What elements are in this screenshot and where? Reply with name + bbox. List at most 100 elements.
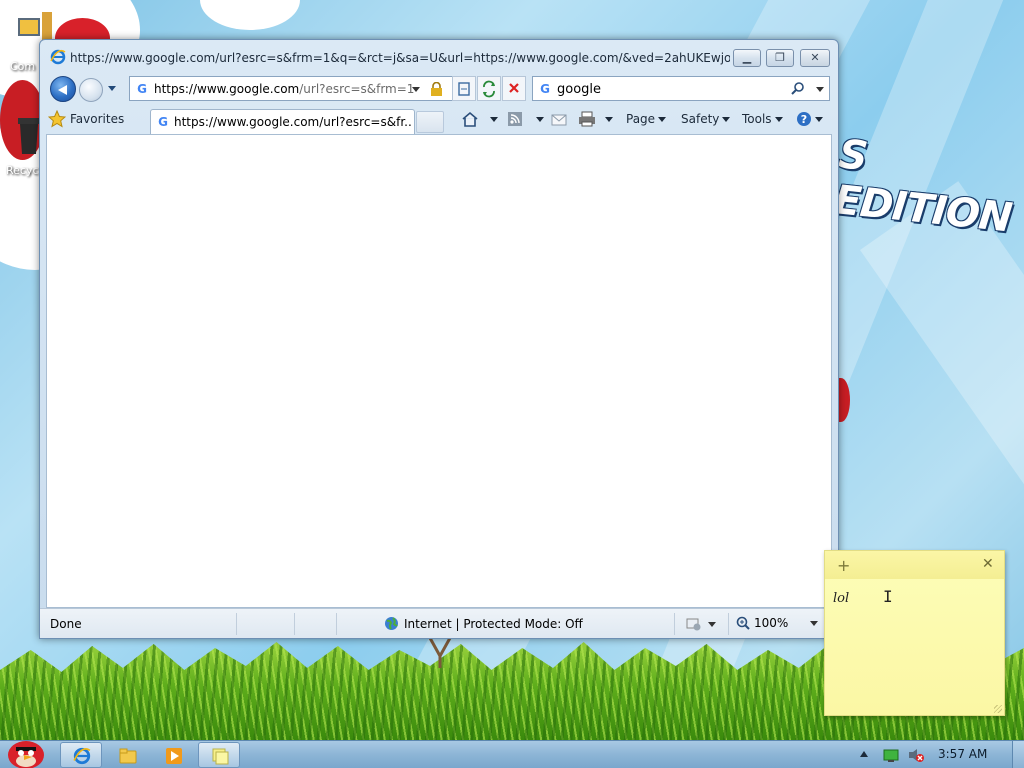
- back-button[interactable]: [50, 76, 76, 102]
- zoom-dropdown-icon[interactable]: [810, 620, 819, 626]
- chevron-down-icon: [708, 621, 716, 627]
- minimize-icon: ▁: [742, 51, 752, 64]
- title-bar[interactable]: https://www.google.com/url?esrc=s&frm=1&…: [40, 40, 838, 74]
- safety-menu-label: Safety: [681, 112, 720, 126]
- security-zone[interactable]: Internet | Protected Mode: Off: [384, 616, 583, 631]
- delete-note-button[interactable]: ✕: [982, 556, 994, 572]
- taskbar-internet-explorer[interactable]: [60, 742, 102, 768]
- status-bar: Done Internet | Protected Mode: Off 100%: [40, 608, 838, 638]
- restore-icon: ❐: [775, 51, 785, 64]
- favorites-label: Favorites: [70, 112, 125, 126]
- command-bar: Favorites G https://www.google.com/url?e…: [40, 104, 838, 134]
- address-input[interactable]: https://www.google.com/url?esrc=s&frm=1: [154, 82, 416, 96]
- minimize-button[interactable]: ▁: [733, 49, 761, 67]
- help-icon: ?: [797, 112, 811, 126]
- security-zone-label: Internet | Protected Mode: Off: [404, 616, 583, 631]
- close-icon: ✕: [810, 51, 820, 64]
- forward-button[interactable]: [79, 78, 103, 102]
- network-icon: [883, 749, 899, 762]
- recent-pages-dropdown-icon[interactable]: [108, 86, 116, 91]
- restore-button[interactable]: ❐: [766, 49, 794, 67]
- zoom-control[interactable]: 100%: [736, 616, 819, 630]
- desktop-icon-label: Recyc: [6, 164, 39, 177]
- tray-network[interactable]: [883, 749, 899, 766]
- status-divider: [294, 613, 295, 635]
- taskbar: 3:57 AM: [0, 740, 1024, 768]
- stop-button[interactable]: [502, 76, 526, 101]
- refresh-icon: [483, 80, 495, 98]
- desktop-icon-label: Com: [10, 60, 36, 73]
- media-player-icon: [166, 748, 182, 764]
- angry-bird-start-icon: [8, 741, 44, 768]
- start-button[interactable]: [2, 735, 50, 768]
- search-icon[interactable]: [791, 82, 805, 96]
- browser-tab[interactable]: G https://www.google.com/url?esrc=s&fr..…: [150, 109, 415, 134]
- page-content[interactable]: [46, 134, 832, 608]
- chevron-down-icon: [658, 116, 667, 122]
- tab-favicon-icon: G: [158, 115, 168, 129]
- feeds-button[interactable]: [507, 110, 544, 128]
- slingshot-icon: [428, 637, 452, 668]
- sticky-note-header[interactable]: + ✕: [825, 551, 1004, 579]
- taskbar-media-player[interactable]: [152, 742, 194, 768]
- search-input[interactable]: google: [557, 82, 601, 97]
- page-menu[interactable]: Page: [626, 110, 667, 128]
- new-tab-button[interactable]: [416, 111, 444, 133]
- google-favicon-icon: G: [137, 82, 147, 96]
- search-options-dropdown-icon[interactable]: [816, 87, 824, 92]
- chevron-down-icon: [722, 116, 731, 122]
- volume-muted-icon: [909, 749, 924, 762]
- show-hidden-icons-button[interactable]: [860, 751, 868, 757]
- read-mail-button[interactable]: [551, 110, 567, 128]
- popup-blocker-button[interactable]: [686, 617, 716, 631]
- refresh-button[interactable]: [477, 76, 501, 101]
- taskbar-clock[interactable]: 3:57 AM: [938, 747, 987, 761]
- page-menu-label: Page: [626, 112, 656, 126]
- print-button[interactable]: [578, 110, 613, 128]
- status-divider: [236, 613, 237, 635]
- sticky-note[interactable]: + ✕ lol I: [824, 550, 1005, 716]
- address-bar[interactable]: G https://www.google.com/url?esrc=s&frm=…: [129, 76, 465, 101]
- folder-icon: [119, 748, 137, 764]
- feeds-dropdown-icon[interactable]: [536, 116, 544, 122]
- text-cursor-icon: I: [883, 587, 893, 606]
- safety-menu[interactable]: Safety: [681, 110, 731, 128]
- popup-blocker-icon: [686, 618, 701, 631]
- svg-text:?: ?: [801, 113, 807, 126]
- home-button[interactable]: [461, 110, 498, 128]
- zoom-icon: [736, 616, 750, 630]
- stop-icon: [509, 83, 519, 93]
- search-box[interactable]: G google: [532, 76, 830, 101]
- print-dropdown-icon[interactable]: [605, 116, 613, 122]
- help-button[interactable]: ?: [796, 110, 823, 128]
- tools-menu[interactable]: Tools: [742, 110, 783, 128]
- sticky-note-text[interactable]: lol: [833, 591, 849, 606]
- taskbar-sticky-notes[interactable]: [198, 742, 240, 768]
- globe-icon: [385, 617, 398, 630]
- tray-volume[interactable]: [907, 747, 925, 766]
- lock-icon[interactable]: [430, 82, 443, 96]
- rss-feed-icon: [508, 112, 522, 126]
- help-dropdown-icon[interactable]: [815, 116, 823, 122]
- zoom-level: 100%: [754, 616, 789, 630]
- mail-icon: [551, 114, 567, 126]
- taskbar-windows-explorer[interactable]: [106, 742, 148, 768]
- status-divider: [728, 613, 729, 635]
- ie-logo-icon: [73, 747, 91, 765]
- resize-grip-icon[interactable]: [994, 705, 1002, 713]
- compatibility-view-button[interactable]: [452, 76, 476, 101]
- ie-logo-icon: [50, 49, 66, 65]
- tools-menu-label: Tools: [742, 112, 772, 126]
- show-desktop-button[interactable]: [1012, 741, 1024, 768]
- favorites-button[interactable]: Favorites: [48, 108, 124, 130]
- address-dropdown-icon[interactable]: [412, 87, 420, 92]
- printer-icon: [579, 111, 595, 127]
- close-button[interactable]: ✕: [800, 49, 830, 67]
- chevron-down-icon: [774, 116, 783, 122]
- status-divider: [336, 613, 337, 635]
- home-dropdown-icon[interactable]: [490, 116, 498, 122]
- home-icon: [462, 111, 478, 127]
- status-text: Done: [50, 617, 82, 631]
- navigation-bar: G https://www.google.com/url?esrc=s&frm=…: [40, 74, 838, 104]
- new-note-button[interactable]: +: [837, 556, 850, 575]
